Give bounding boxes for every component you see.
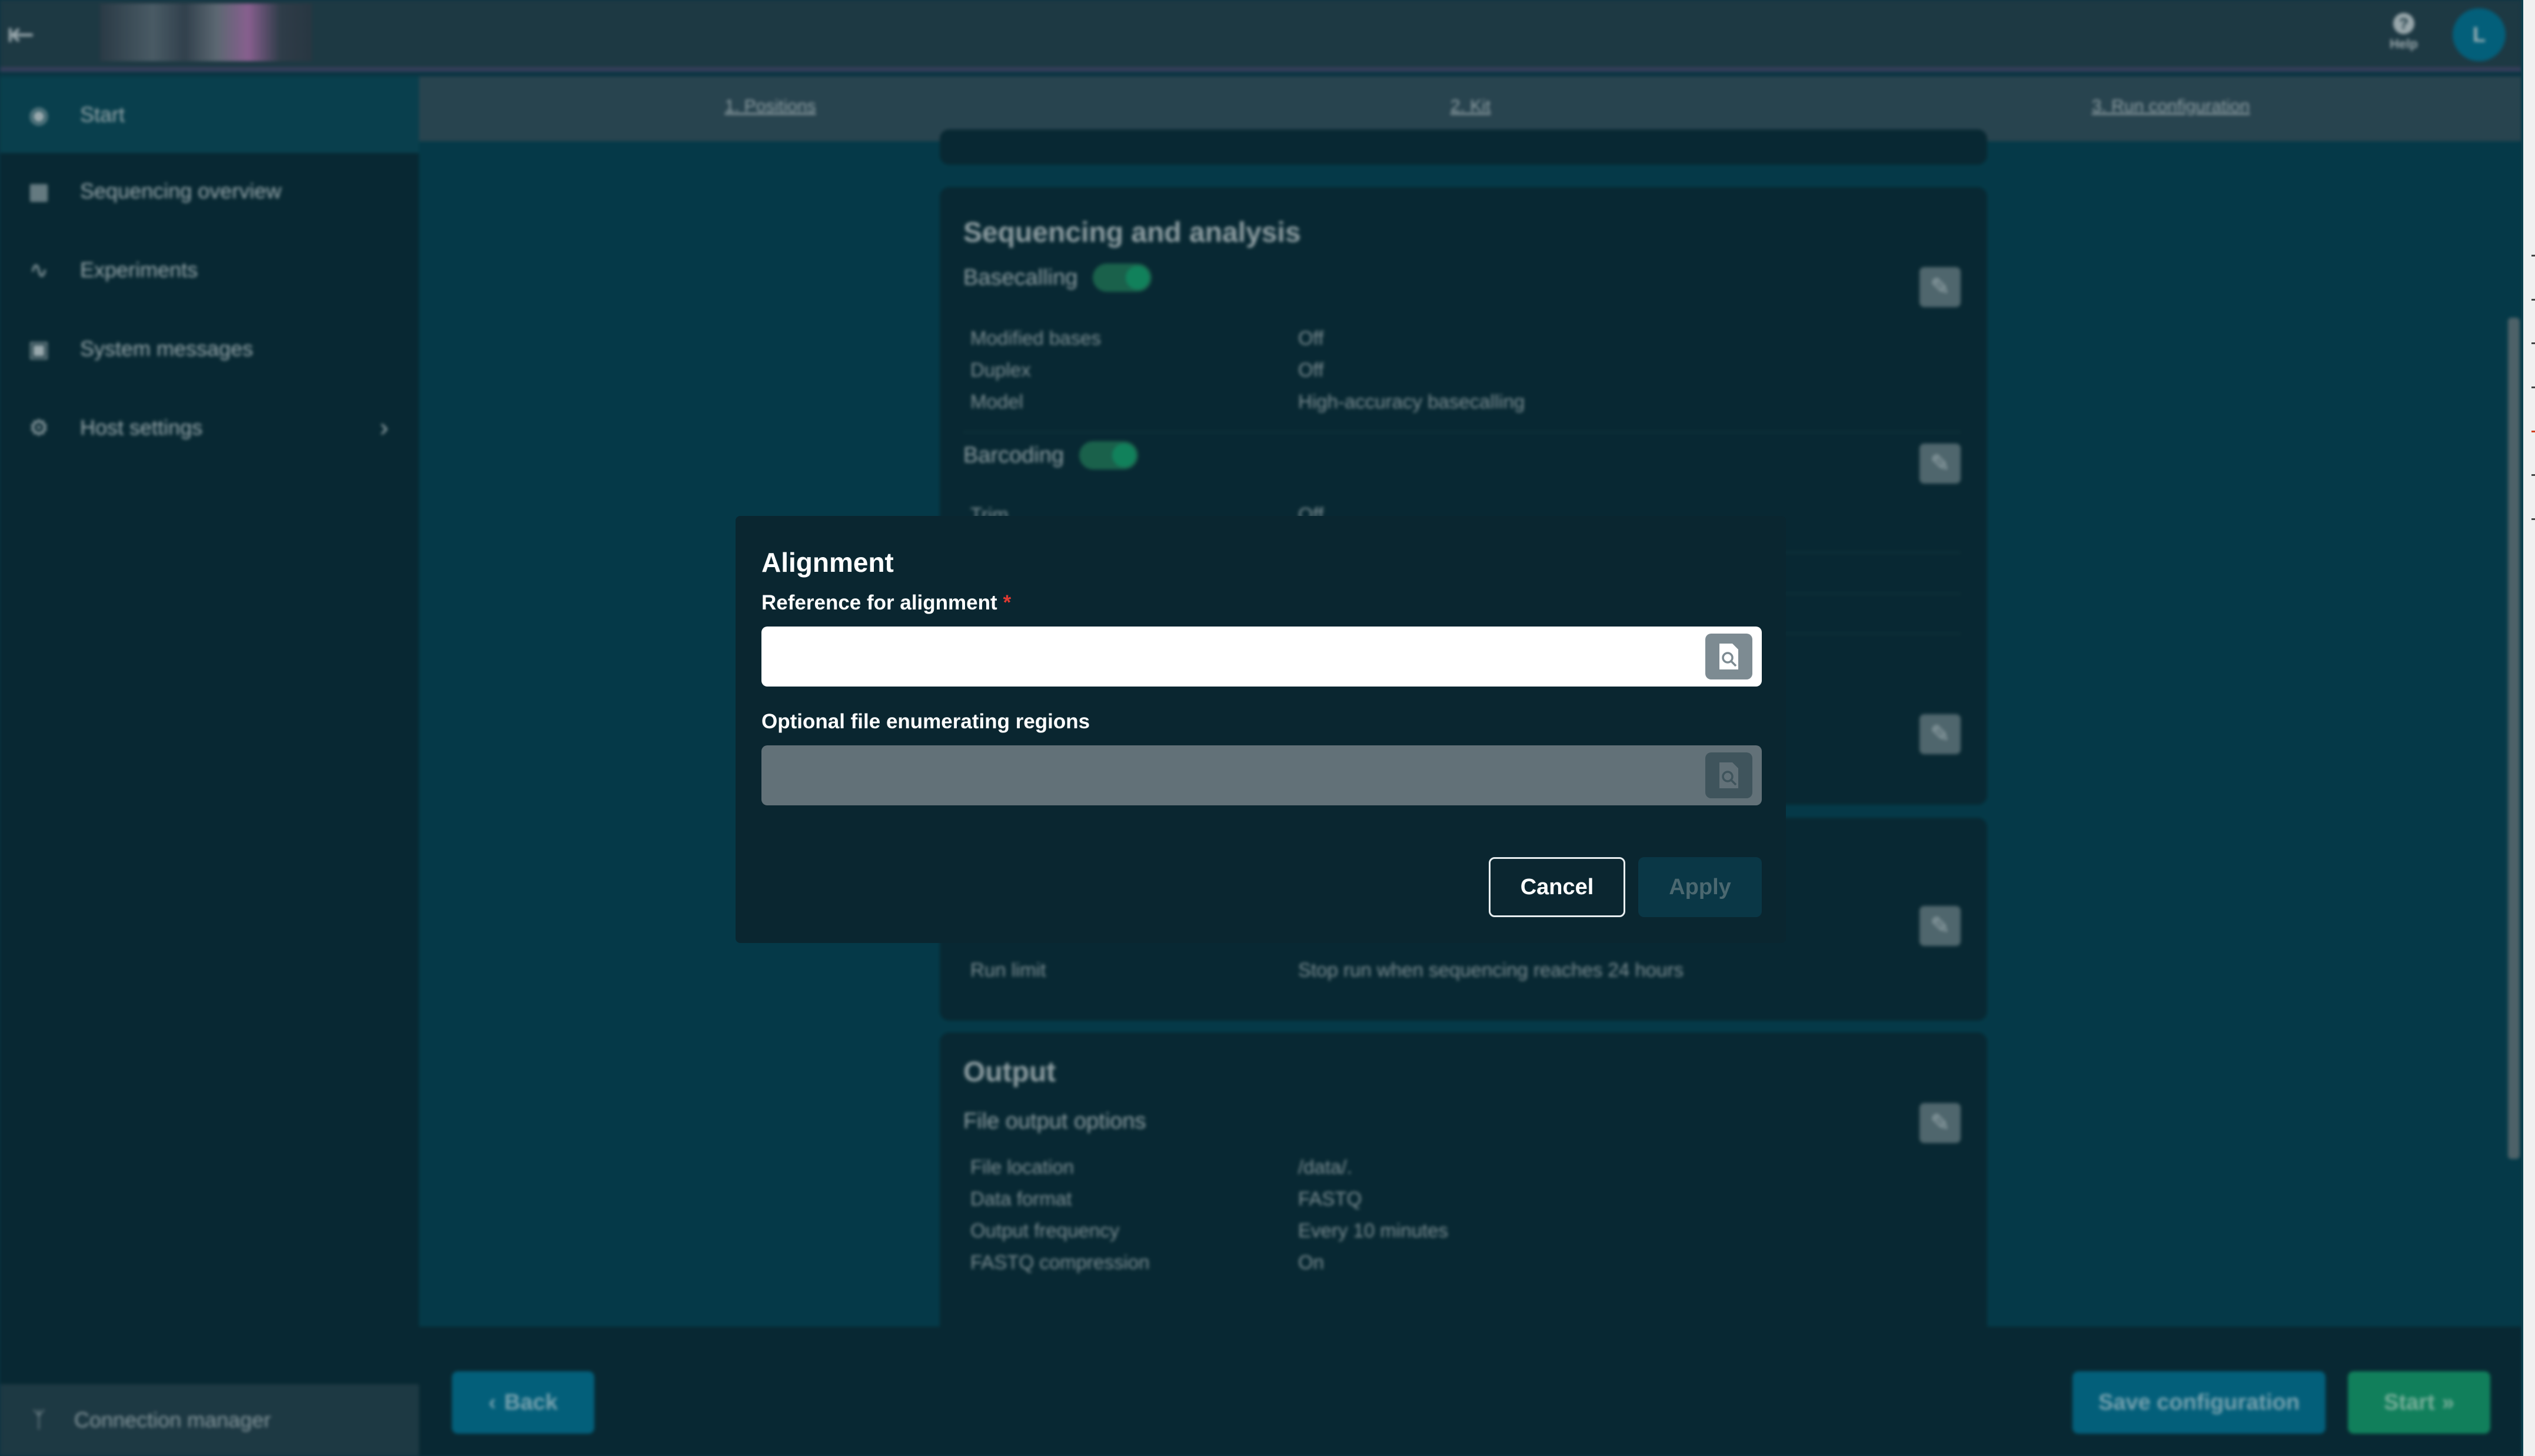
regions-input — [773, 745, 1685, 805]
ruler-tick — [2531, 474, 2535, 476]
ruler-tick — [2531, 431, 2535, 432]
ruler-tick — [2531, 255, 2535, 256]
reference-label-text: Reference for alignment — [761, 591, 997, 614]
reference-label: Reference for alignment * — [761, 591, 1011, 615]
alignment-dialog: Alignment Reference for alignment * Optio… — [736, 516, 1786, 943]
browse-reference-button[interactable] — [1705, 634, 1752, 679]
reference-field — [761, 627, 1762, 687]
regions-field — [761, 745, 1762, 805]
reference-input[interactable] — [773, 627, 1685, 687]
file-search-icon — [1719, 644, 1738, 669]
dialog-title: Alignment — [761, 547, 894, 578]
side-ruler — [2521, 0, 2535, 1456]
regions-label: Optional file enumerating regions — [761, 710, 1090, 733]
ruler-tick — [2531, 299, 2535, 301]
cancel-button[interactable]: Cancel — [1489, 857, 1625, 917]
ruler-tick — [2531, 342, 2535, 344]
app-window: ⇤ ? Help L ◉ Start ▦ Sequencing overview… — [0, 0, 2521, 1456]
file-search-icon — [1719, 762, 1738, 788]
ruler-tick — [2531, 518, 2535, 520]
apply-button[interactable]: Apply — [1638, 857, 1762, 917]
ruler-tick — [2531, 387, 2535, 388]
required-asterisk: * — [1003, 591, 1012, 614]
browse-regions-button — [1705, 752, 1752, 798]
